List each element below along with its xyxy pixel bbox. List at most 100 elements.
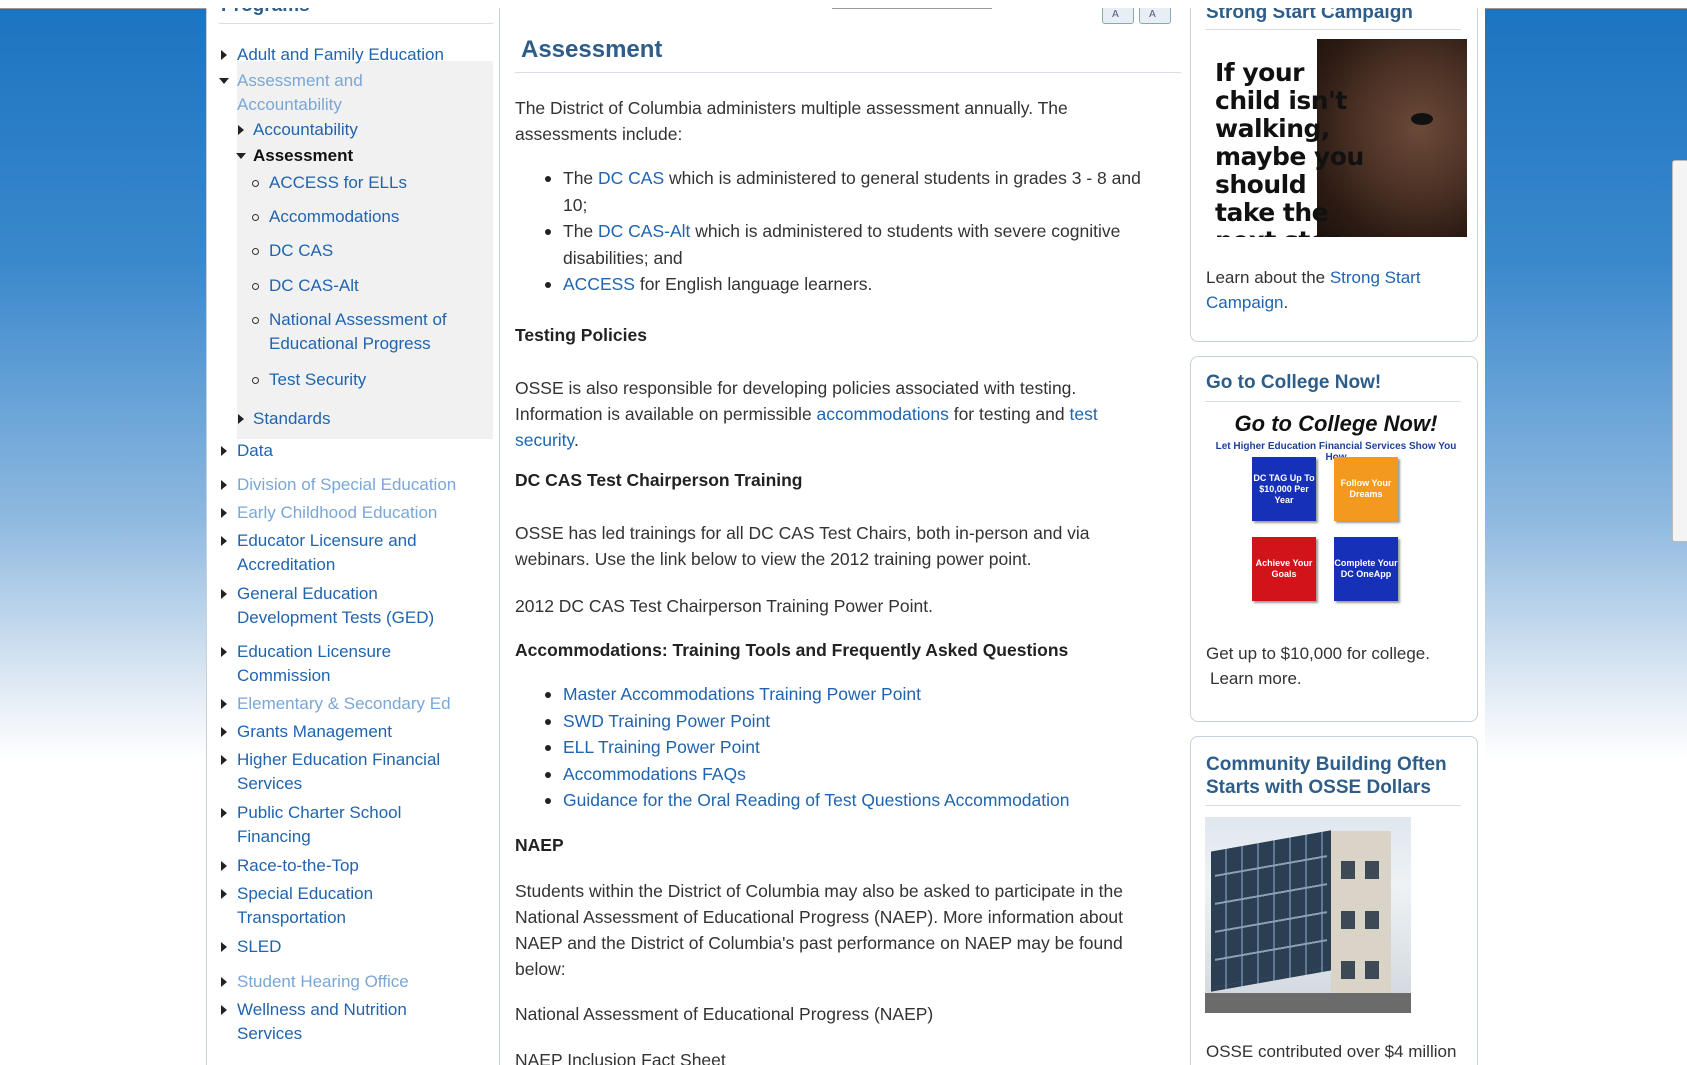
access-link[interactable]: ACCESS xyxy=(563,274,635,294)
building-ground xyxy=(1205,993,1411,1013)
nav-item-accountability[interactable]: Accountability xyxy=(253,118,358,142)
image-caption: If your child isn't walking, maybe you s… xyxy=(1215,58,1364,238)
font-larger-icon: A xyxy=(1149,9,1156,20)
box-rule xyxy=(1205,29,1461,30)
nav-item-educator-licensure[interactable]: Educator Licensure and Accreditation xyxy=(237,529,437,577)
nav-item-student-hearing-office[interactable]: Student Hearing Office xyxy=(237,970,409,994)
nav-item-wellness-nutrition[interactable]: Wellness and Nutrition Services xyxy=(237,998,427,1046)
naep-link[interactable]: National Assessment of Educational Progr… xyxy=(515,1001,933,1027)
text-size-increase-button[interactable]: A xyxy=(1139,8,1171,24)
nav-title: Programs xyxy=(221,8,310,17)
expand-arrow-icon[interactable] xyxy=(221,508,227,518)
box-title: Community Building Often Starts with OSS… xyxy=(1206,754,1447,798)
expand-arrow-icon[interactable] xyxy=(221,50,227,60)
community-building-box: Community Building Often Starts with OSS… xyxy=(1190,736,1478,1065)
learn-more-link[interactable]: Learn more. xyxy=(1210,666,1302,691)
expand-arrow-icon[interactable] xyxy=(221,977,227,987)
accommodations-link[interactable]: accommodations xyxy=(817,404,949,424)
nav-item-special-ed-transportation[interactable]: Special Education Transportation xyxy=(237,882,417,930)
tile-achieve-goals: Achieve Your Goals xyxy=(1252,537,1316,601)
nav-item-charter-financing[interactable]: Public Charter School Financing xyxy=(237,801,427,849)
box-rule xyxy=(1205,805,1461,806)
testing-policies-paragraph: OSSE is also responsible for developing … xyxy=(515,378,1098,450)
naep-heading: NAEP xyxy=(515,835,564,855)
nav-item-sled[interactable]: SLED xyxy=(237,935,281,959)
box-rule xyxy=(1205,401,1461,402)
list-item: SWD Training Power Point xyxy=(515,708,1165,735)
collapse-arrow-icon[interactable] xyxy=(219,78,229,84)
expand-arrow-icon[interactable] xyxy=(221,699,227,709)
building-side xyxy=(1331,831,1391,1001)
list-item: The DC CAS-Alt which is administered to … xyxy=(515,218,1165,271)
nav-item-elementary-secondary[interactable]: Elementary & Secondary Ed xyxy=(237,692,451,716)
nav-title-rule xyxy=(219,23,493,24)
nav-item-access-for-ells[interactable]: ACCESS for ELLs xyxy=(269,171,407,195)
accommodations-list: Master Accommodations Training Power Poi… xyxy=(515,681,1165,814)
nav-item-grants-management[interactable]: Grants Management xyxy=(237,720,392,744)
box-title: Go to College Now! xyxy=(1206,372,1382,393)
nav-item-standards[interactable]: Standards xyxy=(253,407,331,431)
nav-item-accommodations[interactable]: Accommodations xyxy=(269,205,399,229)
swd-training-link[interactable]: SWD Training Power Point xyxy=(563,711,770,731)
bullet-icon xyxy=(252,214,259,221)
building-floors xyxy=(1215,847,1327,987)
accommodations-faqs-link[interactable]: Accommodations FAQs xyxy=(563,764,746,784)
nav-item-early-childhood[interactable]: Early Childhood Education xyxy=(237,501,437,525)
oral-reading-guidance-link[interactable]: Guidance for the Oral Reading of Test Qu… xyxy=(563,790,1069,810)
expand-arrow-icon[interactable] xyxy=(221,589,227,599)
nav-item-assessment-current[interactable]: Assessment xyxy=(253,144,353,168)
dc-cas-link[interactable]: DC CAS xyxy=(598,168,664,188)
text-size-decrease-button[interactable]: A xyxy=(1102,8,1134,24)
list-item: Accommodations FAQs xyxy=(515,761,1165,788)
font-smaller-icon: A xyxy=(1112,9,1119,20)
nav-item-adult-family-education[interactable]: Adult and Family Education xyxy=(237,43,487,67)
nav-item-test-security[interactable]: Test Security xyxy=(269,368,366,392)
expand-arrow-icon[interactable] xyxy=(221,727,227,737)
right-sidebar: Strong Start Campaign If your child isn'… xyxy=(1182,8,1482,1065)
expand-arrow-icon[interactable] xyxy=(221,647,227,657)
naep-paragraph: Students within the District of Columbia… xyxy=(515,881,1123,979)
chairperson-training-link[interactable]: 2012 DC CAS Test Chairperson Training Po… xyxy=(515,593,933,619)
list-item: Master Accommodations Training Power Poi… xyxy=(515,681,1165,708)
expand-arrow-icon[interactable] xyxy=(221,536,227,546)
dc-cas-alt-link[interactable]: DC CAS-Alt xyxy=(598,221,690,241)
school-building-image[interactable] xyxy=(1205,817,1411,1013)
expand-arrow-icon[interactable] xyxy=(221,808,227,818)
nav-item-assessment-accountability[interactable]: Assessment and Accountability xyxy=(237,69,417,117)
tile-complete-oneapp: Complete Your DC OneApp xyxy=(1334,537,1398,601)
nav-item-higher-education[interactable]: Higher Education Financial Services xyxy=(237,748,457,796)
strong-start-text: Learn about the Strong Start Campaign. xyxy=(1206,268,1421,312)
naep-fact-sheet-link[interactable]: NAEP Inclusion Fact Sheet xyxy=(515,1047,726,1065)
nav-item-data[interactable]: Data xyxy=(237,439,273,463)
nav-item-special-education[interactable]: Division of Special Education xyxy=(237,473,456,497)
bullet-icon xyxy=(252,180,259,187)
bullet-icon xyxy=(252,283,259,290)
expand-arrow-icon[interactable] xyxy=(238,414,244,424)
box-title: Strong Start Campaign xyxy=(1206,8,1413,23)
master-accommodations-link[interactable]: Master Accommodations Training Power Poi… xyxy=(563,684,921,704)
expand-arrow-icon[interactable] xyxy=(221,755,227,765)
nav-item-licensure-commission[interactable]: Education Licensure Commission xyxy=(237,640,417,688)
ell-training-link[interactable]: ELL Training Power Point xyxy=(563,737,760,757)
nav-item-race-to-the-top[interactable]: Race-to-the-Top xyxy=(237,854,359,878)
tile-follow-dreams: Follow Your Dreams xyxy=(1334,457,1398,521)
collapse-arrow-icon[interactable] xyxy=(236,153,246,159)
nav-item-dc-cas[interactable]: DC CAS xyxy=(269,239,333,263)
college-now-image[interactable]: Go to College Now! Let Higher Education … xyxy=(1205,409,1467,624)
strong-start-image[interactable]: If your child isn't walking, maybe you s… xyxy=(1205,39,1467,237)
toolbar-edge xyxy=(832,8,992,9)
tile-dc-tag: DC TAG Up To $10,000 Per Year xyxy=(1252,457,1316,521)
expand-arrow-icon[interactable] xyxy=(221,1005,227,1015)
child-eye-image xyxy=(1411,113,1433,125)
page-title: Assessment xyxy=(521,36,663,63)
nav-item-naep[interactable]: National Assessment of Educational Progr… xyxy=(269,308,469,356)
expand-arrow-icon[interactable] xyxy=(221,861,227,871)
nav-item-ged[interactable]: General Education Development Tests (GED… xyxy=(237,582,447,630)
page-scrollbar[interactable] xyxy=(1672,160,1687,542)
expand-arrow-icon[interactable] xyxy=(221,942,227,952)
nav-item-dc-cas-alt[interactable]: DC CAS-Alt xyxy=(269,274,359,298)
expand-arrow-icon[interactable] xyxy=(221,889,227,899)
expand-arrow-icon[interactable] xyxy=(238,125,244,135)
expand-arrow-icon[interactable] xyxy=(221,446,227,456)
expand-arrow-icon[interactable] xyxy=(221,480,227,490)
